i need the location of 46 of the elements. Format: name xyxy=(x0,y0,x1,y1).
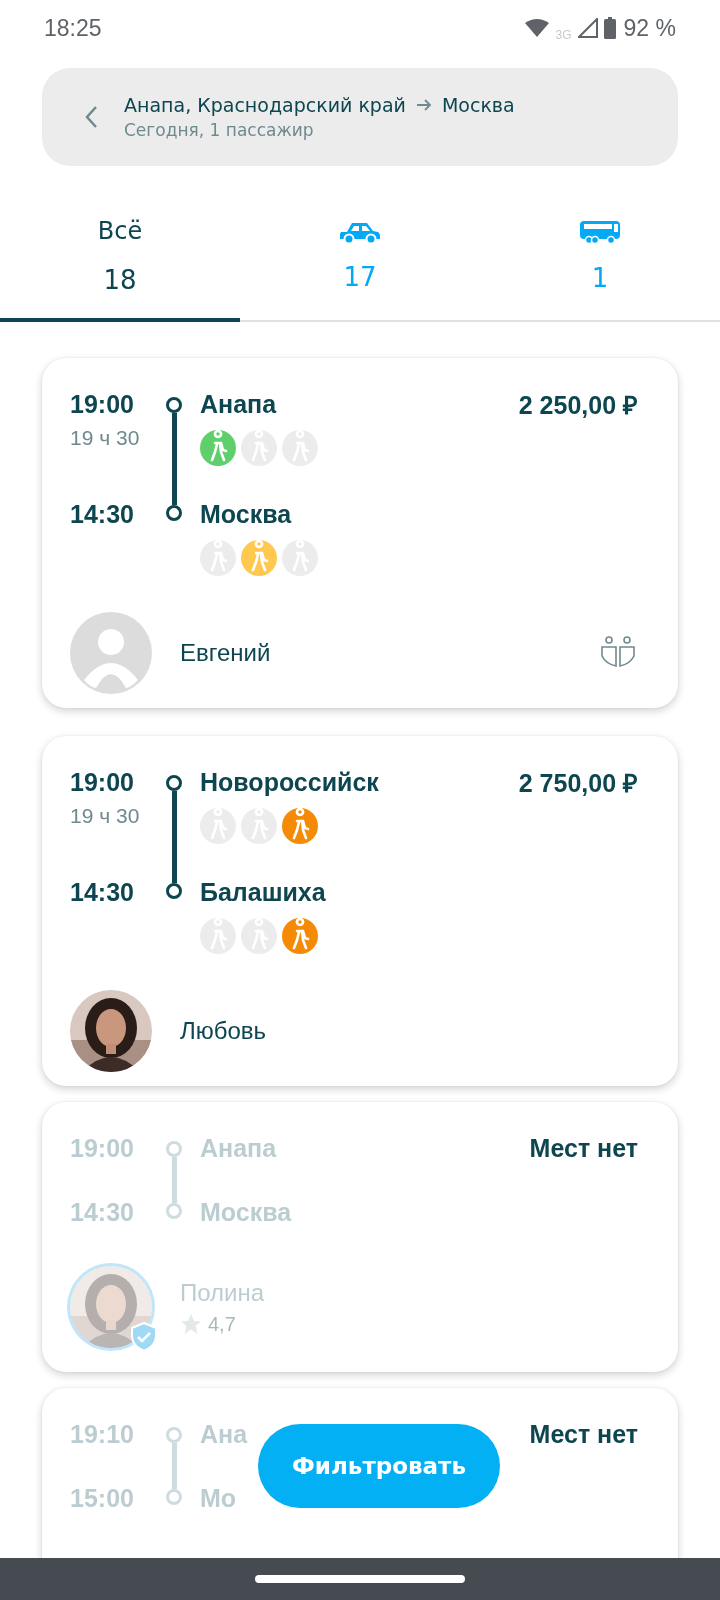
trip-card[interactable]: 19:00 Новороссийск 2 750,00 ₽ 19 ч 30 14:30 Балашиха Любовь xyxy=(42,736,678,1086)
avatar-placeholder-icon xyxy=(70,612,152,694)
arrival-city: Мо xyxy=(200,1483,238,1513)
star-icon xyxy=(180,1313,202,1335)
battery-level: 92 % xyxy=(623,14,676,42)
trip-price: 2 750,00 ₽ xyxy=(518,768,638,799)
departure-time: 19:10 xyxy=(70,1419,135,1449)
arrival-city: Москва xyxy=(200,1197,293,1227)
back-icon[interactable] xyxy=(84,105,98,129)
driver-name: Евгений xyxy=(180,639,272,667)
home-handle[interactable] xyxy=(255,1575,465,1583)
arrival-city: Балашиха xyxy=(200,877,327,907)
no-seats-label: Мест нет xyxy=(529,1419,638,1449)
driver-name: Любовь xyxy=(180,1017,268,1045)
arrival-city: Москва xyxy=(200,499,293,529)
trip-details: Сегодня, 1 пассажир xyxy=(124,120,315,140)
arrival-time: 15:00 xyxy=(70,1483,135,1513)
arrow-right-icon xyxy=(415,98,432,112)
signal-icon xyxy=(577,18,598,38)
departure-time: 19:00 xyxy=(70,389,135,419)
trip-duration: 19 ч 30 xyxy=(70,426,141,450)
trip-duration: 19 ч 30 xyxy=(70,804,141,828)
arrival-time: 14:30 xyxy=(70,1197,135,1227)
trip-card[interactable]: 19:00 Анапа 2 250,00 ₽ 19 ч 30 14:30 Москва Евгений xyxy=(42,358,678,708)
trip-price: 2 250,00 ₽ xyxy=(518,390,638,421)
trip-card[interactable]: 19:00 Анапа Мест нет 14:30 Москва Полина 4,7 xyxy=(42,1102,678,1372)
departure-time: 19:00 xyxy=(70,767,135,797)
route-destination: Москва xyxy=(441,94,515,116)
wifi-icon xyxy=(523,18,550,38)
driver-rating: 4,7 xyxy=(208,1312,236,1336)
status-time: 18:25 xyxy=(44,14,102,42)
no-seats-label: Мест нет xyxy=(529,1133,638,1163)
arrival-time: 14:30 xyxy=(70,499,135,529)
car-icon xyxy=(339,220,381,244)
battery-icon xyxy=(603,17,616,39)
driver-name: Полина xyxy=(180,1278,266,1307)
departure-city: Анапа xyxy=(200,389,278,419)
departure-city: Новороссийск xyxy=(200,767,380,797)
route-origin: Анапа, Краснодарский край xyxy=(124,94,406,116)
route-search-bar[interactable]: Анапа, Краснодарский край Москва Сегодня, 1 пассажир xyxy=(42,68,678,166)
departure-city: Анапа xyxy=(200,1133,278,1163)
arrival-time: 14:30 xyxy=(70,877,135,907)
departure-time: 19:00 xyxy=(70,1133,135,1163)
transport-tab[interactable]: Всё 18 xyxy=(0,194,240,322)
departure-city: Ана xyxy=(200,1419,249,1449)
bus-icon xyxy=(579,219,621,245)
